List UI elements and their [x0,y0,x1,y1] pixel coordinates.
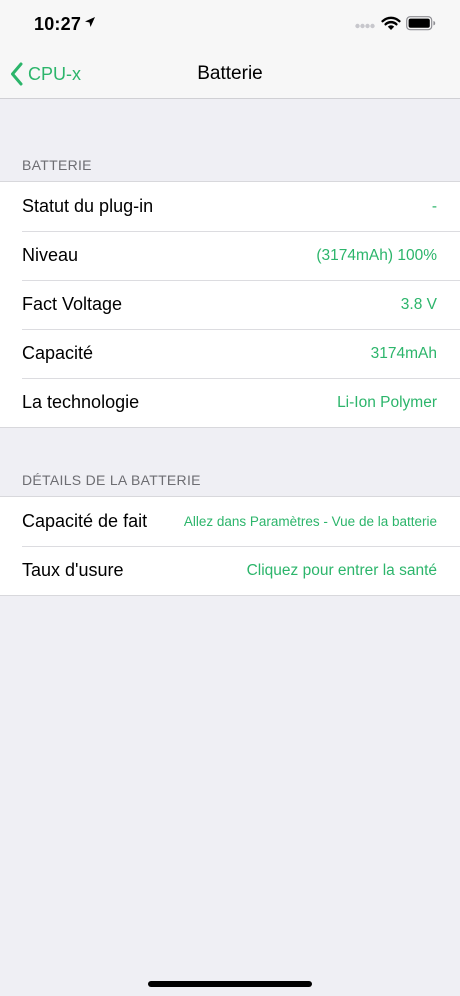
row-label: Niveau [22,245,79,265]
row-wear-rate[interactable]: Taux d'usure Cliquez pour entrer la sant… [0,546,460,595]
status-bar: 10:27 [0,0,460,50]
row-value: (3174mAh) 100% [316,247,437,264]
row-value: - [431,198,437,215]
row-label: Fact Voltage [22,294,123,314]
navigation-bar: CPU-x Batterie [0,50,460,99]
battery-details-group: Capacité de fait Allez dans Paramètres -… [0,496,460,596]
row-label: Taux d'usure [22,560,124,580]
row-label: La technologie [22,392,140,412]
row-technology[interactable]: La technologie Li-Ion Polymer [0,378,460,427]
row-value: 3.8 V [400,296,437,313]
location-arrow-icon [85,17,95,27]
row-actual-capacity[interactable]: Capacité de fait Allez dans Paramètres -… [0,497,460,546]
row-value: Li-Ion Polymer [337,394,437,411]
battery-icon [406,16,436,31]
section-header-battery-details: DÉTAILS DE LA BATTERIE [22,472,201,488]
row-plugin-status[interactable]: Statut du plug-in - [0,182,460,231]
home-indicator[interactable] [148,981,312,987]
battery-group: Statut du plug-in - Niveau (3174mAh) 100… [0,181,460,428]
row-value: Allez dans Paramètres - Vue de la batter… [183,514,437,529]
row-level[interactable]: Niveau (3174mAh) 100% [0,231,460,280]
page-title: Batterie [197,63,263,84]
row-value: 3174mAh [370,345,437,362]
row-label: Capacité [22,343,94,363]
section-header-batterie: BATTERIE [22,157,92,173]
row-value: Cliquez pour entrer la santé [246,562,437,579]
status-time: 10:27 [34,14,82,34]
row-label: Statut du plug-in [22,196,154,216]
row-label: Capacité de fait [22,511,148,531]
row-voltage[interactable]: Fact Voltage 3.8 V [0,280,460,329]
row-capacity[interactable]: Capacité 3174mAh [0,329,460,378]
cellular-signal-icon [355,23,375,29]
wifi-icon [381,16,401,30]
